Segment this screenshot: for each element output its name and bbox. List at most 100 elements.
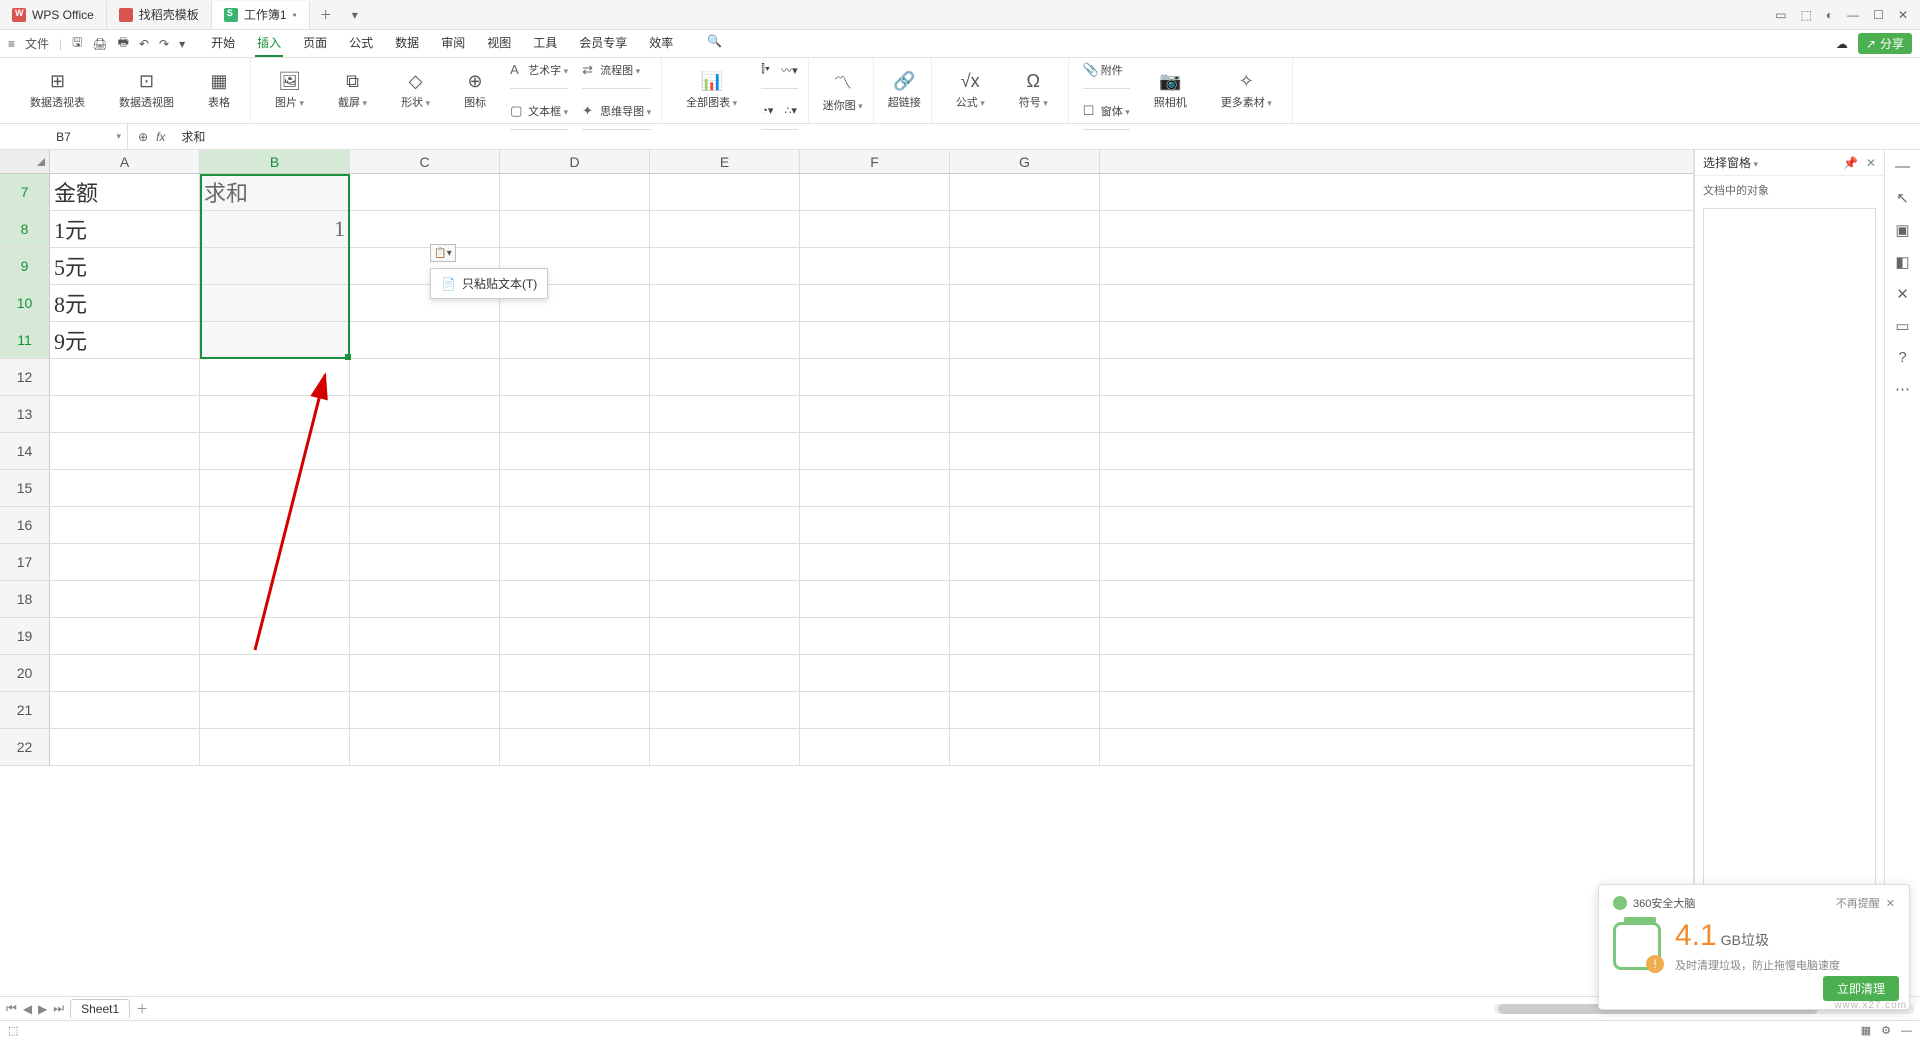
cell-A9[interactable]: 5元 [50,248,200,284]
maximize-button[interactable]: ☐ [1873,8,1884,22]
pivot-table-button[interactable]: ⊞数据透视表 [20,58,95,123]
cell-B13[interactable] [200,396,350,432]
menu-tab-start[interactable]: 开始 [209,30,237,57]
menu-tab-formula[interactable]: 公式 [347,30,375,57]
cell-C7[interactable] [350,174,500,210]
pie-chart-icon[interactable]: ◔▾ [761,104,773,117]
cell-G13[interactable] [950,396,1100,432]
hyperlink-button[interactable]: 🔗超链接 [878,58,932,123]
tab-wps-office[interactable]: WPS Office [0,1,107,29]
menu-tab-page[interactable]: 页面 [301,30,329,57]
menu-tab-view[interactable]: 视图 [485,30,513,57]
user-icon[interactable]: ◐ [1826,8,1833,22]
cell-E17[interactable] [650,544,800,580]
cell-A7[interactable]: 金额 [50,174,200,210]
share-button[interactable]: ↗ 分享 [1858,33,1912,54]
cell-D12[interactable] [500,359,650,395]
cell-E15[interactable] [650,470,800,506]
cell-B16[interactable] [200,507,350,543]
cell-E16[interactable] [650,507,800,543]
tab-workbook[interactable]: 工作簿1 • [212,1,310,29]
cell-A19[interactable] [50,618,200,654]
cell-D13[interactable] [500,396,650,432]
cell-G10[interactable] [950,285,1100,321]
cell-A8[interactable]: 1元 [50,211,200,247]
row-header-13[interactable]: 13 [0,396,50,432]
cell-A16[interactable] [50,507,200,543]
sheet-tab-1[interactable]: Sheet1 [70,999,130,1018]
cell-E10[interactable] [650,285,800,321]
cell-C8[interactable] [350,211,500,247]
cell-G21[interactable] [950,692,1100,728]
cell-B8[interactable]: 1 [200,211,350,247]
cell-C15[interactable] [350,470,500,506]
cell-G17[interactable] [950,544,1100,580]
layout-icon[interactable]: ▣ [1895,221,1909,239]
cell-B11[interactable] [200,322,350,358]
menu-tab-review[interactable]: 审阅 [439,30,467,57]
cell-F12[interactable] [800,359,950,395]
cell-D16[interactable] [500,507,650,543]
row-header-20[interactable]: 20 [0,655,50,691]
col-header-C[interactable]: C [350,150,500,173]
all-charts-button[interactable]: 📊全部图表 [676,58,747,123]
cell-E11[interactable] [650,322,800,358]
row-header-19[interactable]: 19 [0,618,50,654]
cell-C11[interactable] [350,322,500,358]
cell-A17[interactable] [50,544,200,580]
cell-C18[interactable] [350,581,500,617]
popup-close-button[interactable]: ✕ [1886,897,1895,910]
cell-F7[interactable] [800,174,950,210]
qat-dropdown[interactable]: ▾ [179,37,185,51]
cell-A10[interactable]: 8元 [50,285,200,321]
print-preview-icon[interactable]: 🖶 [118,33,129,54]
icons-button[interactable]: ⊕图标 [454,58,496,123]
cell-B18[interactable] [200,581,350,617]
cell-F22[interactable] [800,729,950,765]
cell-A18[interactable] [50,581,200,617]
cell-C21[interactable] [350,692,500,728]
row-header-11[interactable]: 11 [0,322,50,358]
sheet-nav-first[interactable]: ⏮ [6,1001,17,1016]
row-header-17[interactable]: 17 [0,544,50,580]
cell-E22[interactable] [650,729,800,765]
cell-F9[interactable] [800,248,950,284]
menu-tab-insert[interactable]: 插入 [255,30,283,57]
cell-G11[interactable] [950,322,1100,358]
paste-options-button[interactable]: 📋▾ [430,244,456,262]
no-remind-link[interactable]: 不再提醒 [1836,895,1880,911]
cell-F21[interactable] [800,692,950,728]
cell-B10[interactable] [200,285,350,321]
cell-F15[interactable] [800,470,950,506]
screen-icon[interactable]: ▭ [1895,317,1909,335]
cell-F11[interactable] [800,322,950,358]
line-chart-icon[interactable]: 〰▾ [781,62,798,78]
cell-F16[interactable] [800,507,950,543]
add-sheet-button[interactable]: ＋ [136,1000,148,1017]
camera-button[interactable]: 📷照相机 [1144,58,1197,123]
cell-D21[interactable] [500,692,650,728]
close-pane-icon[interactable]: ✕ [1866,156,1876,170]
select-all-corner[interactable] [0,150,50,173]
cell-C13[interactable] [350,396,500,432]
minimize-button[interactable]: — [1847,8,1859,22]
select-icon[interactable]: ↖ [1896,189,1909,207]
cell-F10[interactable] [800,285,950,321]
picture-button[interactable]: 🖼图片 [265,58,314,123]
table-button[interactable]: ▦表格 [198,58,240,123]
cell-E13[interactable] [650,396,800,432]
cell-A14[interactable] [50,433,200,469]
cell-G8[interactable] [950,211,1100,247]
clean-now-button[interactable]: 立即清理 [1823,976,1899,1001]
cell-E20[interactable] [650,655,800,691]
col-header-F[interactable]: F [800,150,950,173]
cell-G15[interactable] [950,470,1100,506]
cloud-icon[interactable]: ☁ [1836,37,1848,51]
cell-E9[interactable] [650,248,800,284]
new-tab-button[interactable]: ＋ [310,6,342,23]
sheet-nav-prev[interactable]: ◀ [23,1002,32,1016]
cell-D7[interactable] [500,174,650,210]
cell-B19[interactable] [200,618,350,654]
screenshot-button[interactable]: ⧉截屏 [328,58,377,123]
close-button[interactable]: ✕ [1898,8,1908,22]
